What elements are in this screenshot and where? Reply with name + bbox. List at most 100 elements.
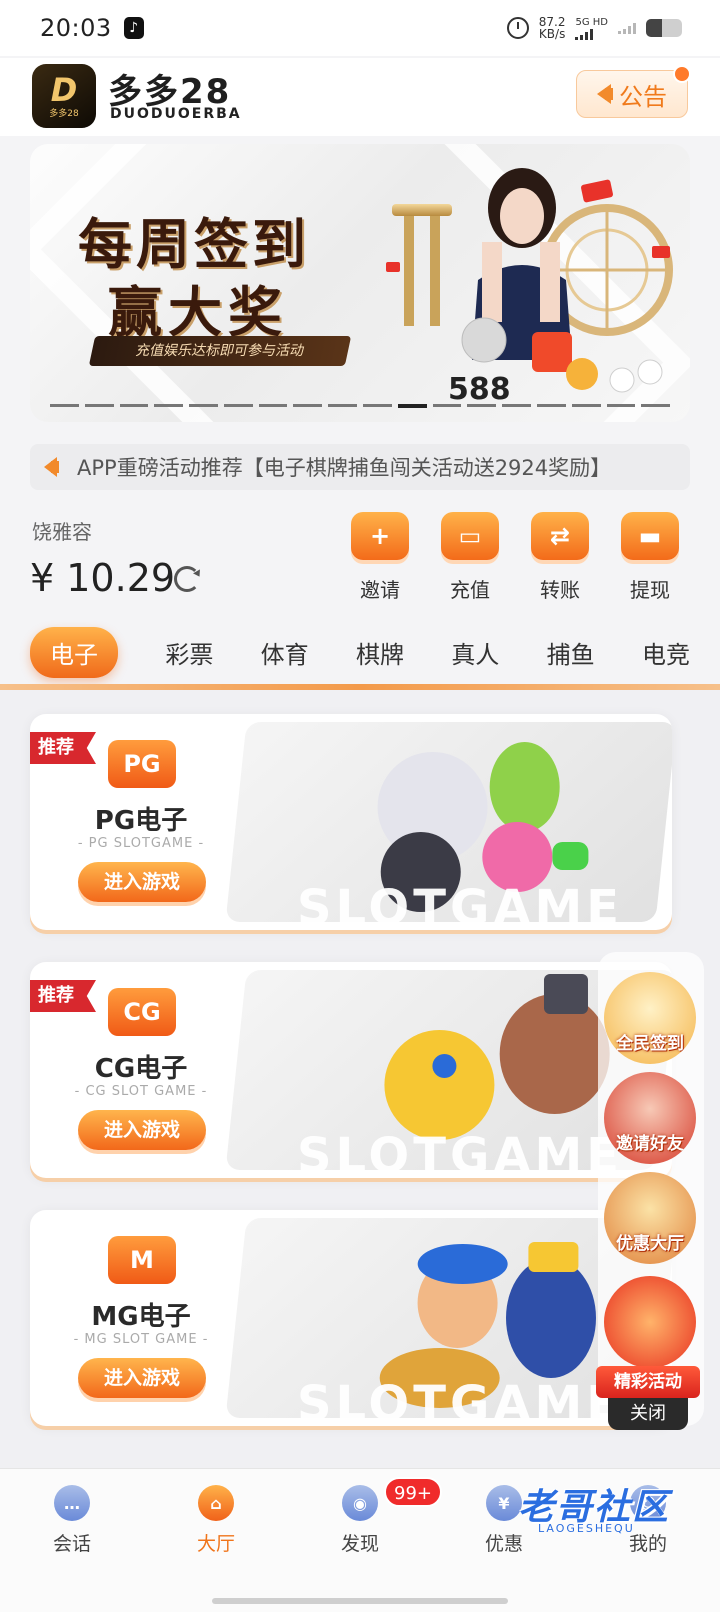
recommended-badge: 推荐	[30, 980, 96, 1012]
crown-shape	[528, 1242, 579, 1272]
banner-page-dot	[363, 404, 392, 407]
promo-activities-label[interactable]: 精彩活动	[596, 1366, 700, 1398]
action-withdraw[interactable]: ▬ 提现	[610, 512, 690, 603]
banner-illustration	[386, 168, 673, 393]
speaker-icon	[44, 457, 59, 477]
tab-electronic[interactable]: 电子	[30, 626, 118, 678]
action-invite[interactable]: + 邀请	[340, 512, 420, 603]
category-tabs: 电子 彩票 体育 棋牌 真人 捕鱼 电竞	[30, 624, 710, 680]
nav-label: 发现	[340, 1533, 379, 1555]
chick-character	[384, 1030, 495, 1140]
wallet-balance: ¥ 10.29	[30, 556, 176, 600]
nav-label: 会话	[52, 1533, 91, 1555]
chick-eye	[432, 1054, 457, 1078]
promo-discount-hall[interactable]: 优惠大厅	[604, 1172, 696, 1264]
gamepad-icon	[552, 842, 589, 870]
promo-checkin[interactable]: 全民签到	[604, 972, 696, 1064]
enter-game-button[interactable]: 进入游戏	[78, 1358, 206, 1398]
banner-page-dot	[467, 404, 497, 407]
promo-invite-friends[interactable]: 邀请好友	[604, 1072, 696, 1164]
banner-page-dot	[119, 404, 149, 407]
banner-page-dot	[641, 404, 671, 407]
status-indicators: 87.2 KB/s 5G HD	[506, 16, 682, 40]
tab-chess-cards[interactable]: 棋牌	[356, 627, 404, 678]
banner-page-dot	[189, 404, 218, 407]
provider-name: PG电子	[94, 806, 188, 836]
boy-hat	[417, 1244, 508, 1284]
nav-chat[interactable]: … 会话	[0, 1469, 144, 1612]
banner-page-dot	[84, 404, 114, 407]
banner-subtitle: 充值娱乐达标即可参与活动	[88, 336, 352, 366]
banner-number: 588	[448, 372, 511, 407]
status-time: 20:03	[40, 14, 112, 42]
action-label: 邀请	[360, 578, 400, 602]
pg-logo-icon: PG	[108, 740, 176, 788]
enter-game-button[interactable]: 进入游戏	[78, 862, 206, 902]
hammer-shape	[543, 974, 588, 1014]
game-card-cg[interactable]: 推荐 CG CG电子 - CG SLOT GAME - 进入游戏 SLOTGAM…	[30, 962, 672, 1178]
girl-character	[489, 742, 560, 832]
slotgame-text: SLOTGAME	[296, 1128, 624, 1170]
provider-name: CG电子	[94, 1054, 188, 1084]
promo-label: 邀请好友	[616, 1134, 684, 1154]
recommended-badge: 推荐	[30, 732, 96, 764]
brand-subtitle: DUODUOERBA	[110, 106, 242, 122]
provider-name: MG电子	[91, 1302, 191, 1332]
notice-unread-dot	[673, 65, 691, 83]
action-label: 转账	[540, 578, 580, 602]
enter-game-button[interactable]: 进入游戏	[78, 1110, 206, 1150]
nav-hall[interactable]: ⌂ 大厅	[144, 1469, 288, 1612]
tab-fishing[interactable]: 捕鱼	[547, 627, 595, 678]
hall-icon: ⌂	[198, 1485, 234, 1521]
provider-english-name: - CG SLOT GAME -	[74, 1084, 208, 1099]
mg-logo-icon: M	[108, 1236, 176, 1284]
promo-label: 优惠大厅	[616, 1234, 684, 1254]
signal-bars-secondary-icon	[618, 22, 636, 34]
banner-page-dot	[50, 404, 79, 407]
wallet-actions: + 邀请 ▭ 充值 ⇄ 转账 ▬ 提现	[340, 512, 690, 603]
tab-lottery[interactable]: 彩票	[165, 627, 213, 678]
banner-page-dot	[258, 404, 288, 407]
nav-label: 大厅	[196, 1533, 235, 1555]
action-label: 充值	[450, 578, 490, 602]
username: 饶雅容	[32, 520, 92, 544]
tab-esports[interactable]: 电竞	[642, 627, 690, 678]
network-speed: 87.2 KB/s	[539, 16, 566, 40]
logo-mark-sub: 多多28	[49, 108, 79, 119]
promo-gift-box-icon[interactable]	[604, 1276, 696, 1368]
game-card-mg[interactable]: M MG电子 - MG SLOT GAME - 进入游戏 SLOTGAME	[30, 1210, 672, 1426]
king-character	[506, 1258, 596, 1378]
provider-english-name: - MG SLOT GAME -	[73, 1332, 209, 1347]
tiktok-notification-icon: ♪	[123, 17, 144, 39]
refresh-balance-icon[interactable]	[174, 566, 200, 592]
cell-signal: 5G HD	[575, 17, 608, 40]
wallet-icon: ▭	[441, 512, 499, 560]
banner-page-dot	[328, 404, 358, 407]
card-icon: ▬	[621, 512, 679, 560]
announcement-marquee[interactable]: APP重磅活动推荐【电子棋牌捕鱼闯关活动送2924奖励】	[30, 444, 690, 490]
banner-page-dot	[606, 404, 636, 407]
banner-page-dot	[397, 404, 427, 408]
action-deposit[interactable]: ▭ 充值	[430, 512, 510, 603]
promo-banner[interactable]: 每周签到 赢大奖 充值娱乐达标即可参与活动 588	[30, 144, 690, 422]
notice-button[interactable]: 公告	[576, 65, 691, 118]
transfer-icon: ⇄	[531, 512, 589, 560]
banner-page-dot	[223, 404, 253, 407]
banner-page-dot	[293, 404, 323, 407]
app-logo: D 多多28	[32, 64, 96, 128]
alarm-icon	[506, 17, 529, 39]
game-artwork: SLOTGAME	[225, 722, 672, 922]
network-type: 5G HD	[575, 16, 608, 28]
banner-page-dot	[502, 404, 531, 407]
close-promo-button[interactable]: 关闭	[608, 1398, 688, 1430]
tab-live[interactable]: 真人	[451, 627, 499, 678]
cg-logo-icon: CG	[108, 988, 176, 1036]
home-indicator[interactable]	[212, 1598, 508, 1604]
banner-page-dot	[536, 404, 566, 407]
banner-page-dot	[154, 404, 184, 407]
tab-sports[interactable]: 体育	[261, 627, 309, 678]
action-transfer[interactable]: ⇄ 转账	[520, 512, 600, 603]
nav-discover[interactable]: ◉ 发现 99+	[288, 1469, 442, 1612]
watermark-logo: 老哥社区 LAOGESHEQU	[470, 1474, 684, 1546]
game-card-pg[interactable]: 推荐 PG PG电子 - PG SLOTGAME - 进入游戏 SLOTGAME	[30, 714, 672, 930]
